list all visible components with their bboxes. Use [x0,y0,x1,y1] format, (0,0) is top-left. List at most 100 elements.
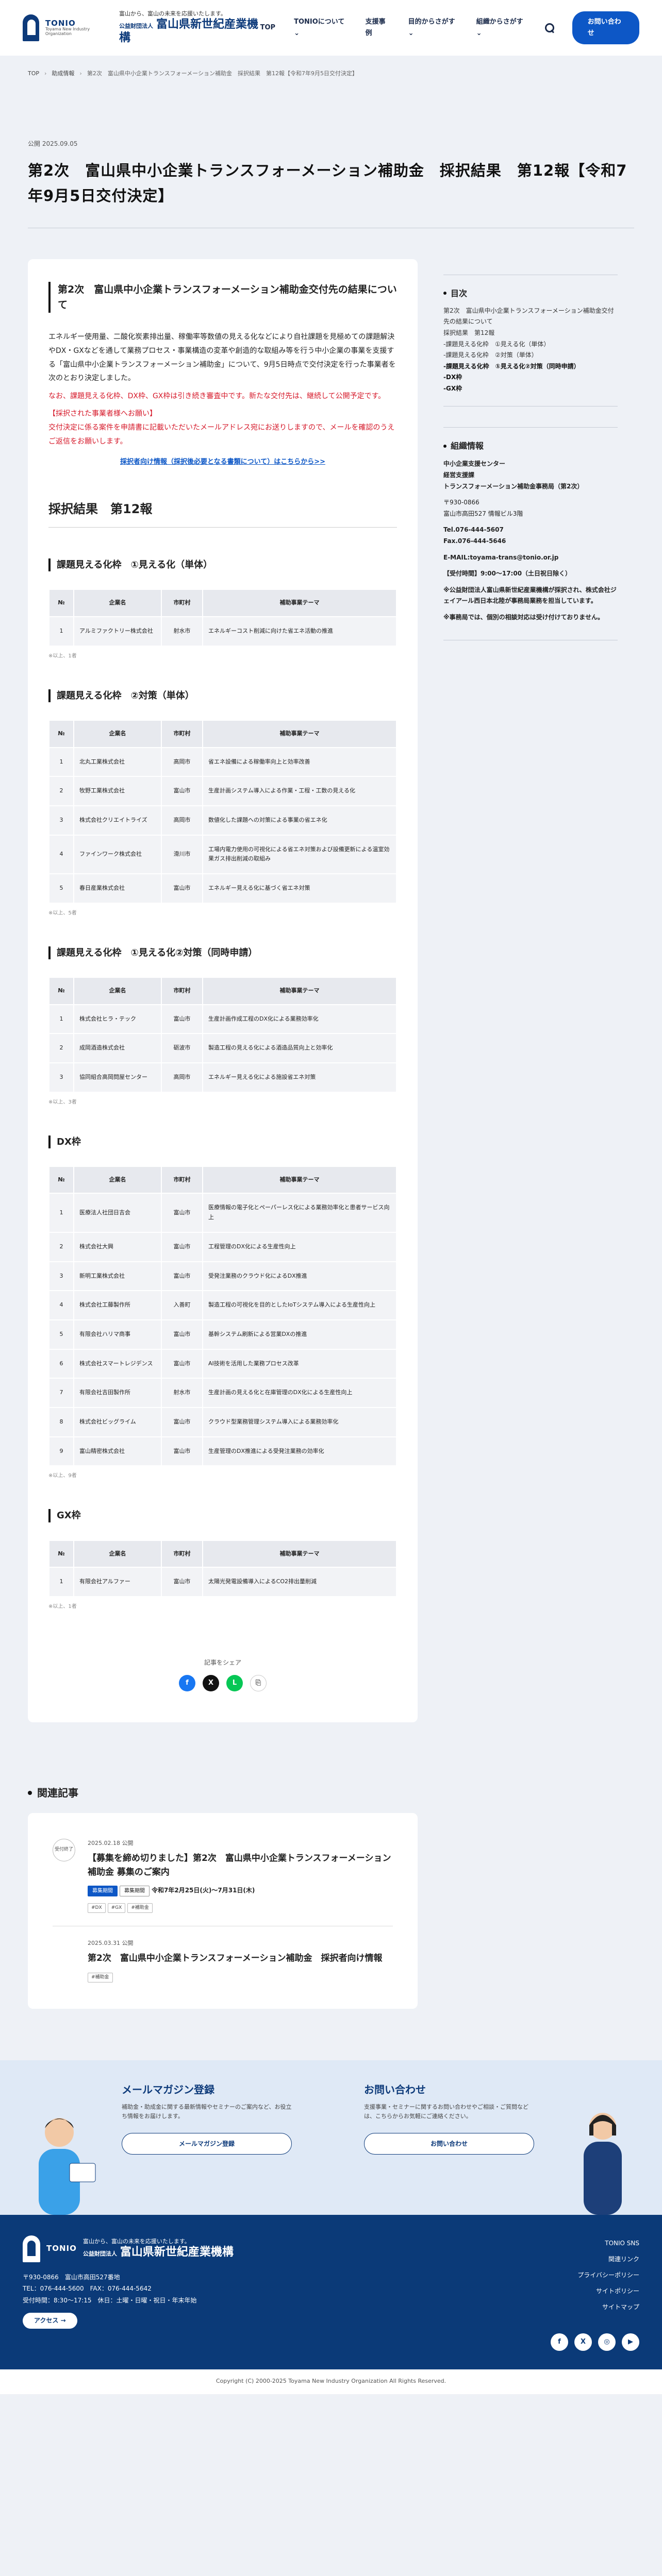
cell-company: 新明工業株式会社 [73,1261,162,1292]
line-share-icon[interactable]: L [226,1675,243,1692]
x-share-icon[interactable]: X [203,1675,219,1692]
person-illustration-icon [39,2117,96,2215]
cell-company: 株式会社スマートレジデンス [73,1348,162,1379]
copy-link-icon[interactable]: ⎘ [250,1675,267,1692]
adopter-info-link[interactable]: 採択者向け情報（採択後必要となる書類について）はこちらから>> [48,456,397,468]
table-header-row: № 企業名 市町村 補助事業テーマ [48,589,397,617]
share-icons: f X L ⎘ [48,1675,397,1692]
cell-theme: 受発注業務のクラウド化によるDX推進 [202,1261,397,1292]
related-item[interactable]: 受付終了 2025.02.18 公開 【募集を締め切りました】第2次 富山県中小… [53,1826,393,1926]
section-heading: GX枠 [48,1509,397,1522]
nav-purpose[interactable]: 目的からさがす ⌄ [408,16,458,39]
footer-link[interactable]: TONIO SNS [577,2235,639,2251]
table-header-company: 企業名 [73,1165,162,1194]
footer-phone: TEL：076-444-5600 FAX：076-444-5642 [23,2285,152,2293]
newsletter-title: メールマガジン登録 [122,2083,214,2096]
header-contact-button[interactable]: お問い合わせ [572,11,639,45]
table-row: 3 株式会社クリエイトライズ 高岡市 数値化した課題への対策による事業の省エネ化 [48,805,397,836]
cell-no: 3 [48,1261,74,1292]
cell-no: 2 [48,776,74,806]
footer-address: 〒930-0866 富山市高田527番地 [23,2273,120,2281]
nav-cases[interactable]: 支援事例 [366,16,390,39]
newsletter-block: メールマガジン登録 補助金・助成金に関する最新情報やセミナーのご案内など、お役立… [122,2081,292,2215]
instagram-icon[interactable]: ◎ [598,2333,616,2351]
breadcrumb-separator: › [44,70,47,77]
footer-link[interactable]: 関連リンク [577,2251,639,2267]
table-row: 5 春日産業株式会社 富山市 エネルギー見える化に基づく省エネ対策 [48,873,397,904]
search-icon[interactable] [544,23,554,33]
intro-notice: なお、課題見える化枠、DX枠、GX枠は引き続き審査中です。新たな交付先は、継続し… [48,392,386,400]
org-hours: 【受付時間】9:00～17:00（土日祝日除く） [443,570,572,578]
toc-item[interactable]: -課題見える化枠 ①見える化②対策（同時申請） [443,361,618,372]
share-label: 記事をシェア [204,1658,241,1666]
table-header-company: 企業名 [73,976,162,1005]
results-table: № 企業名 市町村 補助事業テーマ 1 医療法人社団日吉会 富山市 医療情報の電子化とペーパー… [48,1165,397,1467]
related-title-text: 【募集を締め切りました】第2次 富山県中小企業トランスフォーメーション補助金 募… [88,1853,391,1878]
share-section: 記事をシェア f X L ⎘ [48,1657,397,1692]
table-header-city: 市町村 [161,1165,203,1194]
facebook-share-icon[interactable]: f [179,1675,195,1692]
nav-organization[interactable]: 組織からさがす ⌄ [476,16,526,39]
contact-button[interactable]: お問い合わせ [364,2133,534,2155]
cell-no: 5 [48,873,74,904]
section-heading: 課題見える化枠 ①見える化②対策（同時申請） [48,946,397,959]
toc-title: 目次 [443,286,618,300]
table-header-row: № 企業名 市町村 補助事業テーマ [48,1165,397,1194]
cell-theme: 生産管理のDX推進による受発注業務の効率化 [202,1436,397,1467]
table-row: 1 有限会社アルファー 富山市 太陽光発電設備導入によるCO2排出量削減 [48,1567,397,1597]
toc-item[interactable]: -課題見える化枠 ①見える化（単体） [443,339,618,350]
footer-link[interactable]: プライバシーポリシー [577,2267,639,2283]
footer-hours: 受付時間：8:30～17:15 休日：土曜・日曜・祝日・年末年始 [23,2297,197,2304]
site-logo[interactable]: TONIO Toyama New Industry Organization 富山… [23,10,260,45]
table-row: 2 成岡酒造株式会社 砺波市 製造工程の見える化による酒造品質向上と効率化 [48,1033,397,1063]
toc-item[interactable]: -課題見える化枠 ②対策（単体） [443,350,618,361]
cell-company: 有限会社アルファー [73,1567,162,1597]
toc-item[interactable]: 第2次 富山県中小企業トランスフォーメーション補助金交付先の結果について [443,306,618,328]
org-title: 組織情報 [443,439,618,454]
cell-city: 入善町 [161,1290,203,1320]
related-title-text: 第2次 富山県中小企業トランスフォーメーション補助金 採択者向け情報 [88,1953,383,1963]
intro-request-text: 交付決定に係る案件を申請書に記載いただいたメールアドレス宛にお送りしますので、メ… [48,423,395,446]
section-note: ※以上、9者 [48,1473,77,1479]
newsletter-button[interactable]: メールマガジン登録 [122,2133,292,2155]
intro-title: 第2次 富山県中小企業トランスフォーメーション補助金交付先の結果について [48,281,397,313]
page-title: 第2次 富山県中小企業トランスフォーメーション補助金 採択結果 第12報【令和7… [28,158,634,228]
toc-item[interactable]: -DX枠 [443,372,618,383]
table-row: 1 株式会社ヒラ・テック 富山市 生産計画作成工程のDX化による業務効率化 [48,1004,397,1035]
related-item[interactable]: 2025.03.31 公開 第2次 富山県中小企業トランスフォーメーション補助金… [53,1926,393,1995]
cell-no: 1 [48,1004,74,1035]
related-item-body: 2025.02.18 公開 【募集を締め切りました】第2次 富山県中小企業トラン… [88,1839,393,1913]
toc-item[interactable]: -GX枠 [443,383,618,395]
cell-theme: クラウド型業務管理システム導入による業務効率化 [202,1406,397,1437]
cell-company: 株式会社ヒラ・テック [73,1004,162,1035]
table-header-theme: 補助事業テーマ [202,719,397,748]
nav-top[interactable]: TOP [260,22,275,33]
org-email[interactable]: E-MAIL:toyama-trans@tonio.or.jp [443,552,618,564]
footer-link[interactable]: サイトポリシー [577,2283,639,2299]
cell-theme: 製造工程の可視化を目的としたIoTシステム導入による生産性向上 [202,1290,397,1320]
facebook-icon[interactable]: f [551,2333,568,2351]
footer-logo[interactable]: TONIO 富山から、富山の未来を応援いたします。 公益財団法人 富山県新世紀産業… [23,2235,639,2262]
breadcrumb-category[interactable]: 助成情報 [52,69,74,79]
intro-paragraph: エネルギー使用量、二酸化炭素排出量、稼働率等数値の見える化などにより自社課題を見… [48,333,396,383]
cell-no: 8 [48,1406,74,1437]
cell-city: 高岡市 [161,1062,203,1093]
breadcrumb-top[interactable]: TOP [28,69,39,79]
nav-about[interactable]: TONIOについて ⌄ [294,16,347,39]
copyright: Copyright (C) 2000-2025 Toyama New Indus… [0,2369,662,2395]
cell-no: 3 [48,1062,74,1093]
results-table: № 企業名 市町村 補助事業テーマ 1 北丸工業株式会社 高岡市 省エネ設備による稼働率向上と… [48,719,397,904]
toc-block: 目次 第2次 富山県中小企業トランスフォーメーション補助金交付先の結果について採… [443,274,618,406]
footer-link[interactable]: サイトマップ [577,2299,639,2315]
x-icon[interactable]: X [574,2333,592,2351]
table-header-company: 企業名 [73,589,162,617]
toc-item[interactable]: 採択結果 第12報 [443,328,618,339]
cell-company: 株式会社クリエイトライズ [73,805,162,836]
cell-no: 3 [48,805,74,836]
cell-company: 有限会社吉田製作所 [73,1378,162,1408]
table-row: 6 株式会社スマートレジデンス 富山市 AI技術を活用した業務プロセス改革 [48,1348,397,1379]
youtube-icon[interactable]: ▶ [622,2333,639,2351]
logo-en: TONIO Toyama New Industry Organization [45,18,90,37]
cell-theme: 数値化した課題への対策による事業の省エネ化 [202,805,397,836]
access-button[interactable]: アクセス → [23,2313,77,2329]
